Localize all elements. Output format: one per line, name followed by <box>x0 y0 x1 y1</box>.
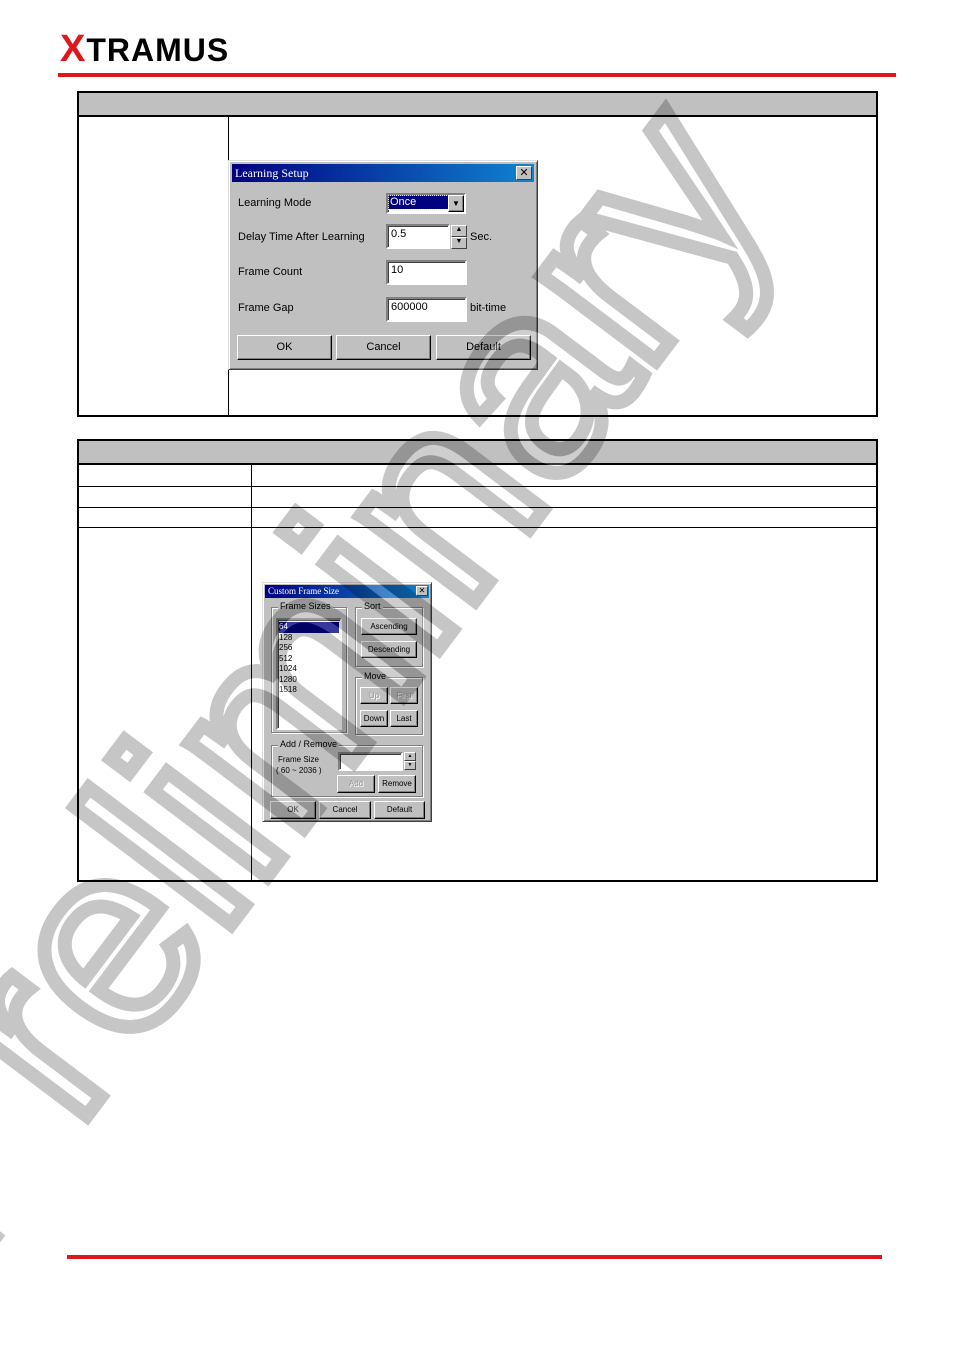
cancel-button[interactable]: Cancel <box>336 335 431 360</box>
add-button[interactable]: Add <box>337 775 375 793</box>
spin-up-icon[interactable]: ▲ <box>404 752 416 761</box>
table-header-row <box>79 93 876 117</box>
delay-time-unit: Sec. <box>470 231 493 243</box>
sort-group: Sort <box>355 601 423 667</box>
row-divider <box>79 486 876 487</box>
move-label: Move <box>362 671 389 681</box>
dialog-title: Learning Setup <box>235 166 309 180</box>
ascending-button[interactable]: Ascending <box>361 618 417 635</box>
xtramus-logo: XTRAMUS <box>60 28 230 70</box>
list-item[interactable]: 1518 <box>279 685 339 696</box>
down-button[interactable]: Down <box>360 710 388 727</box>
remove-button[interactable]: Remove <box>378 775 416 793</box>
ok-button[interactable]: OK <box>270 801 316 819</box>
dialog-titlebar[interactable]: Learning Setup ✕ <box>232 164 534 182</box>
chevron-down-icon[interactable]: ▼ <box>448 195 464 212</box>
header-rule <box>58 73 896 77</box>
row-divider <box>79 527 876 528</box>
table-frame-size <box>77 439 878 882</box>
delay-time-input[interactable]: 0.5 <box>386 224 450 249</box>
close-icon[interactable]: ✕ <box>416 586 428 596</box>
custom-frame-size-dialog: Custom Frame Size ✕ Frame Sizes 64 128 256… <box>262 582 432 822</box>
delay-time-label: Delay Time After Learning <box>238 231 365 243</box>
last-button[interactable]: Last <box>390 710 418 727</box>
list-item[interactable]: 64 <box>279 622 339 633</box>
frame-size-input[interactable] <box>338 752 403 771</box>
dialog-title: Custom Frame Size <box>268 586 339 596</box>
frame-gap-input[interactable]: 600000 <box>386 297 467 322</box>
ok-button[interactable]: OK <box>237 335 332 360</box>
first-button[interactable]: First <box>390 687 418 704</box>
descending-button[interactable]: Descending <box>361 641 417 658</box>
dialog-titlebar[interactable]: Custom Frame Size ✕ <box>265 585 429 598</box>
list-item[interactable]: 256 <box>279 643 339 654</box>
frame-sizes-label: Frame Sizes <box>278 601 333 611</box>
list-item[interactable]: 512 <box>279 654 339 665</box>
frame-gap-unit: bit-time <box>470 302 507 314</box>
default-button[interactable]: Default <box>436 335 531 360</box>
spin-up-icon[interactable]: ▲ <box>451 225 467 237</box>
frame-size-spinner[interactable]: ▲ ▼ <box>404 752 416 770</box>
list-item[interactable]: 128 <box>279 633 339 644</box>
row-divider <box>79 507 876 508</box>
frame-size-range: ( 60 ~ 2036 ) <box>276 766 322 775</box>
close-icon[interactable]: ✕ <box>516 166 532 180</box>
frame-size-label: Frame Size <box>278 755 319 764</box>
learning-mode-value: Once <box>388 195 451 210</box>
footer-rule <box>67 1255 882 1259</box>
default-button[interactable]: Default <box>374 801 425 819</box>
frame-sizes-list[interactable]: 64 128 256 512 1024 1280 1518 <box>276 618 342 730</box>
sort-label: Sort <box>362 601 383 611</box>
list-item[interactable]: 1024 <box>279 664 339 675</box>
spin-down-icon[interactable]: ▼ <box>404 761 416 770</box>
learning-mode-label: Learning Mode <box>238 197 312 209</box>
table-header-row <box>79 441 876 465</box>
spin-down-icon[interactable]: ▼ <box>451 237 467 249</box>
list-item[interactable]: 1280 <box>279 675 339 686</box>
delay-time-spinner[interactable]: ▲ ▼ <box>451 225 467 249</box>
learning-mode-select[interactable]: Once ▼ <box>386 193 466 214</box>
frame-gap-label: Frame Gap <box>238 302 294 314</box>
up-button[interactable]: Up <box>360 687 388 704</box>
frame-count-input[interactable]: 10 <box>386 260 467 285</box>
learning-setup-dialog: Learning Setup ✕ Learning Mode Once ▼ De… <box>228 160 538 370</box>
frame-count-label: Frame Count <box>238 266 303 278</box>
add-remove-label: Add / Remove <box>278 739 340 749</box>
column-divider <box>251 465 252 880</box>
cancel-button[interactable]: Cancel <box>319 801 371 819</box>
